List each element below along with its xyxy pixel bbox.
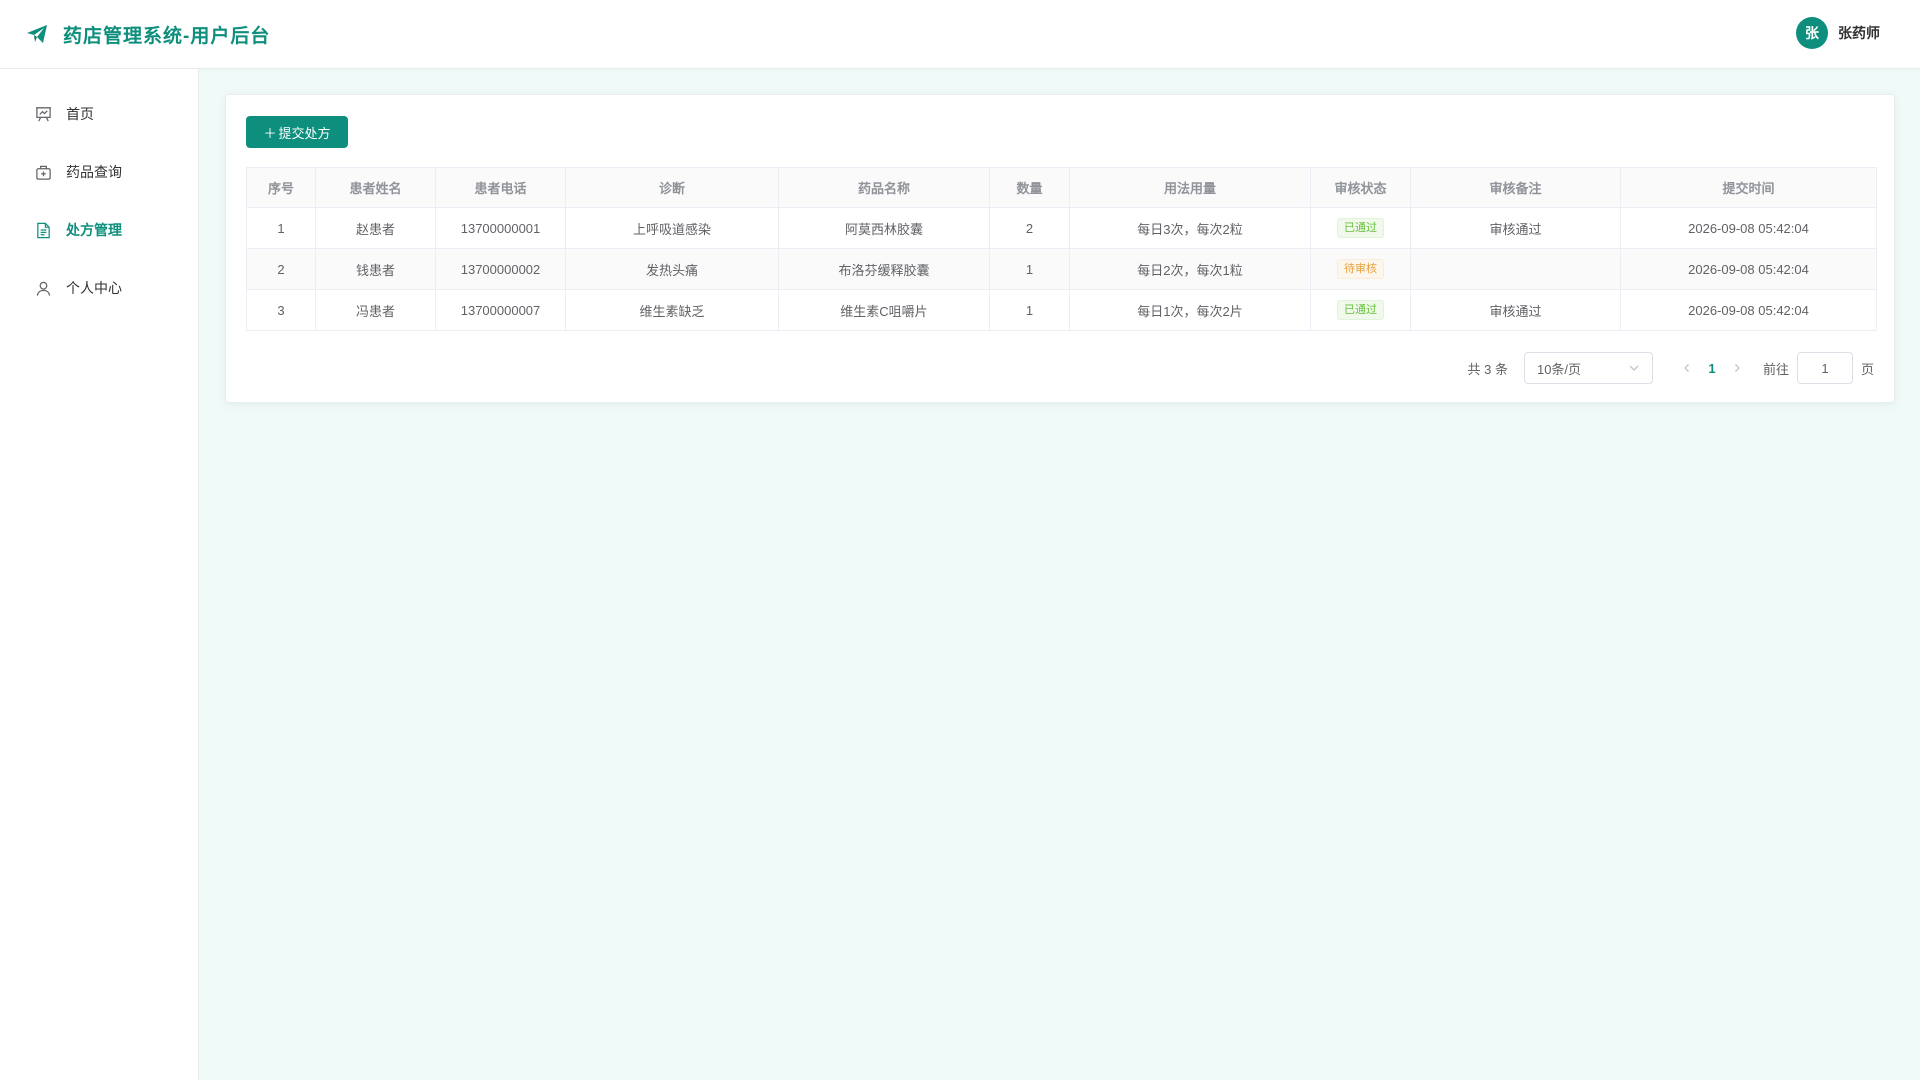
cell-usage: 每日1次，每次2片: [1069, 289, 1311, 331]
cell-time: 2026-09-08 05:42:04: [1620, 289, 1877, 331]
chevron-down-icon: [1629, 365, 1639, 371]
sidebar-item-medicine-search[interactable]: 药品查询: [0, 143, 198, 201]
cell-remark: 审核通过: [1410, 289, 1621, 331]
cell-patient: 赵患者: [315, 207, 436, 249]
submit-prescription-button[interactable]: ＋ 提交处方: [246, 116, 348, 148]
cell-patient: 冯患者: [315, 289, 436, 331]
cell-phone: 13700000002: [435, 248, 566, 290]
page-size-select[interactable]: 10条/页: [1523, 352, 1653, 384]
cell-status: 已通过: [1310, 207, 1411, 249]
sidebar-item-label: 处方管理: [66, 222, 122, 238]
cell-qty: 1: [989, 289, 1070, 331]
table-row[interactable]: 1 赵患者 13700000001 上呼吸道感染 阿莫西林胶囊 2 每日3次，每…: [246, 207, 1877, 249]
status-badge: 待审核: [1337, 259, 1384, 279]
plus-icon: ＋: [263, 125, 277, 141]
table-row[interactable]: 3 冯患者 13700000007 维生素缺乏 维生素C咀嚼片 1 每日1次，每…: [246, 289, 1877, 331]
column-header: 数量: [989, 167, 1070, 208]
table-header-row: 序号 患者姓名 患者电话 诊断 药品名称 数量 用法用量 审核状态 审核备注 提…: [246, 167, 1877, 208]
cell-diagnosis: 发热头痛: [565, 248, 779, 290]
column-header: 审核备注: [1410, 167, 1621, 208]
paper-plane-icon: [27, 25, 47, 43]
chevron-right-icon: [1735, 364, 1740, 372]
cell-index: 3: [246, 289, 316, 331]
cell-drug: 布洛芬缓释胶囊: [778, 248, 990, 290]
sidebar-item-label: 药品查询: [66, 164, 122, 180]
status-badge: 已通过: [1337, 300, 1384, 320]
cell-time: 2026-09-08 05:42:04: [1620, 248, 1877, 290]
chevron-left-icon: [1684, 364, 1689, 372]
column-header: 序号: [246, 167, 316, 208]
cell-remark: 审核通过: [1410, 207, 1621, 249]
prescription-table: 序号 患者姓名 患者电话 诊断 药品名称 数量 用法用量 审核状态 审核备注 提…: [246, 167, 1877, 331]
app-title: 药店管理系统-用户后台: [63, 25, 271, 47]
goto-label: 前往: [1762, 361, 1789, 377]
cell-remark: [1410, 248, 1621, 290]
user-name[interactable]: 张药师: [1838, 23, 1880, 43]
sidebar-item-label: 个人中心: [66, 280, 122, 296]
cell-usage: 每日3次，每次2粒: [1069, 207, 1311, 249]
cell-phone: 13700000007: [435, 289, 566, 331]
table-row[interactable]: 2 钱患者 13700000002 发热头痛 布洛芬缓释胶囊 1 每日2次，每次…: [246, 248, 1877, 290]
page-size-value: 10条/页: [1536, 361, 1582, 377]
cell-diagnosis: 上呼吸道感染: [565, 207, 779, 249]
next-page-button[interactable]: [1727, 360, 1747, 376]
sidebar-item-prescriptions[interactable]: 处方管理: [0, 201, 198, 259]
column-header: 用法用量: [1069, 167, 1311, 208]
cell-diagnosis: 维生素缺乏: [565, 289, 779, 331]
cell-status: 已通过: [1310, 289, 1411, 331]
prescription-card: ＋ 提交处方 序号 患者姓名 患者电话 诊断 药品名称 数量 用法用量 审核状态: [225, 94, 1895, 403]
user-icon: [36, 281, 51, 296]
prev-page-button[interactable]: [1677, 360, 1697, 376]
submit-prescription-label: 提交处方: [278, 125, 331, 141]
document-icon: [37, 222, 50, 238]
cell-time: 2026-09-08 05:42:04: [1620, 207, 1877, 249]
page-jump-input[interactable]: [1796, 352, 1853, 384]
page-suffix: 页: [1860, 361, 1874, 377]
column-header: 药品名称: [778, 167, 990, 208]
page-number[interactable]: 1: [1697, 361, 1727, 376]
status-badge: 已通过: [1337, 218, 1384, 238]
cell-drug: 维生素C咀嚼片: [778, 289, 990, 331]
page-jumper: 前往 页: [1763, 352, 1874, 384]
cell-patient: 钱患者: [315, 248, 436, 290]
sidebar-item-home[interactable]: 首页: [0, 85, 198, 143]
column-header: 审核状态: [1310, 167, 1411, 208]
total-count: 共 3 条: [1467, 361, 1508, 377]
pagination: 共 3 条 10条/页 1 前往 页: [1467, 352, 1874, 384]
sidebar-item-profile[interactable]: 个人中心: [0, 259, 198, 317]
column-header: 患者电话: [435, 167, 566, 208]
column-header: 诊断: [565, 167, 779, 208]
user-menu[interactable]: 张 张药师: [1796, 17, 1880, 49]
column-header: 提交时间: [1620, 167, 1877, 208]
top-header: 药店管理系统-用户后台 张 张药师: [0, 0, 1920, 69]
cell-index: 2: [246, 248, 316, 290]
cell-usage: 每日2次，每次1粒: [1069, 248, 1311, 290]
cell-qty: 2: [989, 207, 1070, 249]
presentation-icon: [35, 106, 52, 121]
sidebar-item-label: 首页: [66, 106, 94, 122]
brand: 药店管理系统-用户后台: [25, 21, 270, 48]
avatar[interactable]: 张: [1796, 17, 1828, 49]
cell-index: 1: [246, 207, 316, 249]
cell-phone: 13700000001: [435, 207, 566, 249]
cell-status: 待审核: [1310, 248, 1411, 290]
column-header: 患者姓名: [315, 167, 436, 208]
cell-drug: 阿莫西林胶囊: [778, 207, 990, 249]
sidebar: 首页 药品查询 处方管理 个人中心: [0, 69, 199, 1080]
medicine-box-icon: [36, 165, 51, 180]
cell-qty: 1: [989, 248, 1070, 290]
